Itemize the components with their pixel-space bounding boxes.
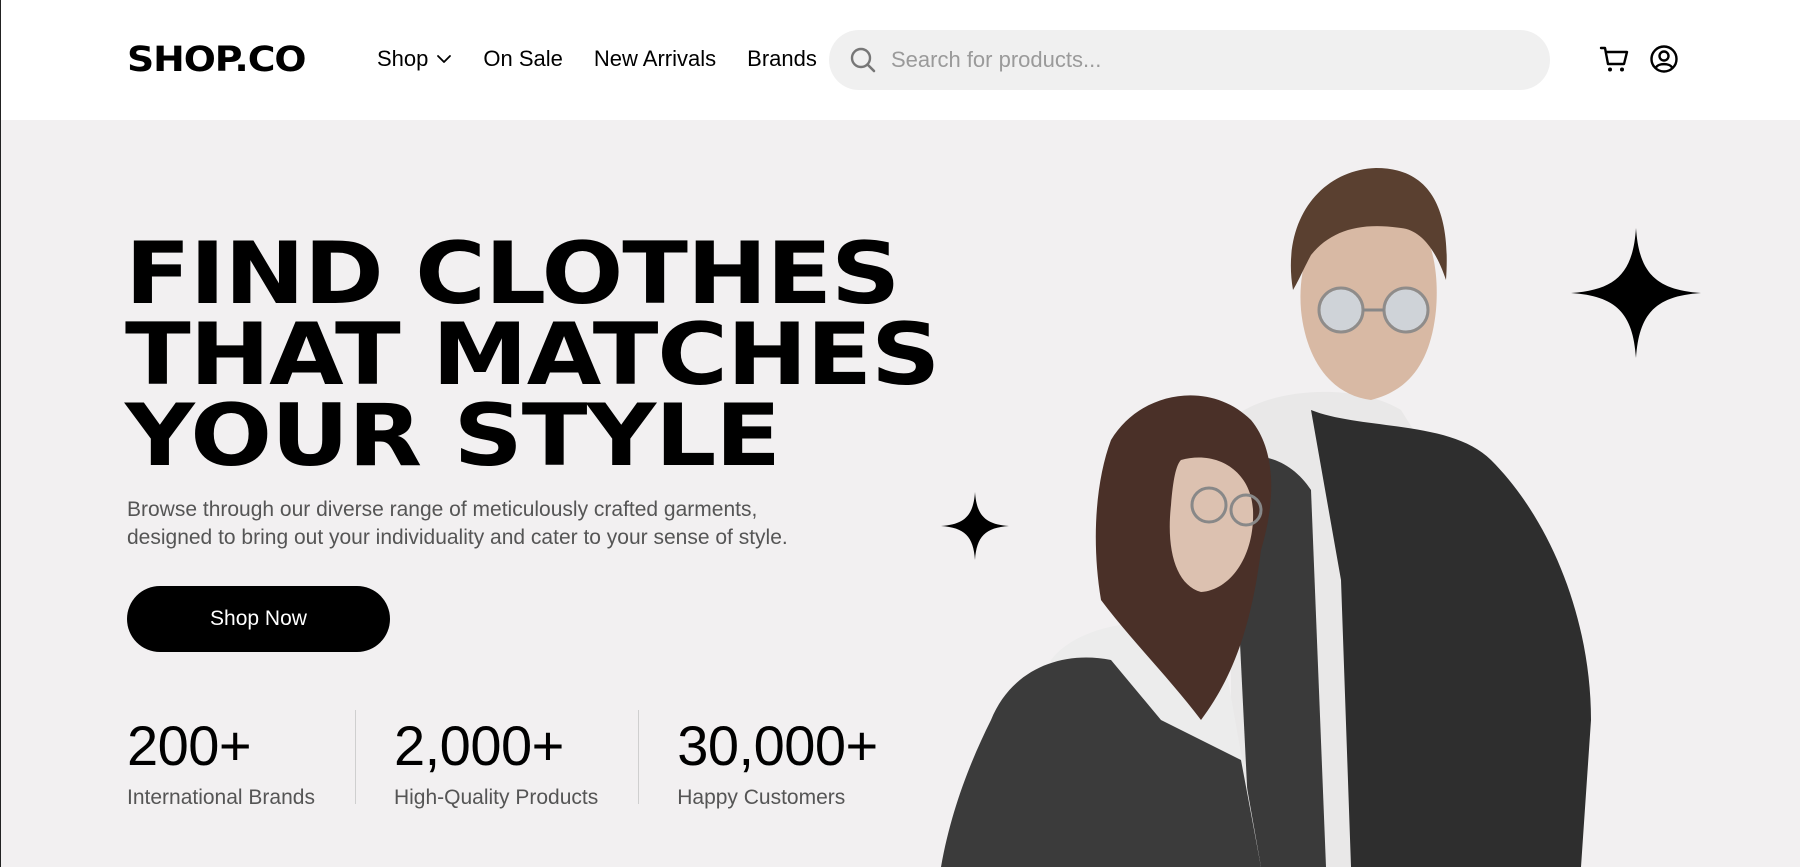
- nav-shop[interactable]: Shop: [377, 44, 452, 74]
- account-button[interactable]: [1649, 44, 1679, 74]
- chevron-down-icon: [437, 55, 452, 63]
- stat-brands: 200+ International Brands: [127, 710, 315, 812]
- stat-customers: 30,000+ Happy Customers: [677, 710, 878, 812]
- page: SHOP.CO Shop On Sale New Arrivals Brands: [0, 0, 1800, 867]
- stat-label: International Brands: [127, 786, 315, 809]
- user-account-icon: [1650, 45, 1678, 73]
- headline-line: FIND CLOTHES: [125, 224, 900, 324]
- shop-now-button[interactable]: Shop Now: [127, 586, 390, 652]
- stat-products: 2,000+ High-Quality Products: [394, 710, 598, 812]
- search-icon: [850, 47, 876, 73]
- cart-icon: [1599, 46, 1629, 72]
- hero-section: FIND CLOTHES THAT MATCHES YOUR STYLE Bro…: [1, 120, 1800, 867]
- cart-button[interactable]: [1599, 44, 1629, 74]
- stat-label: Happy Customers: [677, 786, 846, 809]
- nav-new-arrivals[interactable]: New Arrivals: [594, 44, 716, 74]
- search-input[interactable]: [891, 47, 1491, 73]
- search-bar: [829, 30, 1550, 90]
- main-nav: Shop On Sale New Arrivals Brands: [377, 44, 848, 74]
- headline-line: THAT MATCHES: [125, 305, 940, 405]
- site-header: SHOP.CO Shop On Sale New Arrivals Brands: [1, 0, 1800, 120]
- hero-headline: FIND CLOTHES THAT MATCHES YOUR STYLE: [125, 224, 940, 486]
- header-icons: [1599, 44, 1679, 74]
- stat-label: High-Quality Products: [393, 786, 599, 809]
- hero-description: Browse through our diverse range of meti…: [127, 498, 788, 549]
- nav-shop-label: Shop: [377, 46, 429, 71]
- stat-divider: [354, 710, 356, 804]
- logo[interactable]: SHOP.CO: [127, 38, 307, 82]
- nav-brands[interactable]: Brands: [747, 44, 817, 74]
- headline-line: YOUR STYLE: [125, 386, 781, 486]
- nav-on-sale[interactable]: On Sale: [483, 44, 563, 74]
- stat-divider: [638, 710, 640, 804]
- stat-value: 2,000+: [393, 714, 564, 777]
- hero-models-image: [941, 168, 1591, 867]
- stats-row: 200+ International Brands 2,000+ High-Qu…: [127, 710, 878, 812]
- stat-value: 200+: [127, 714, 252, 777]
- stat-value: 30,000+: [677, 714, 878, 777]
